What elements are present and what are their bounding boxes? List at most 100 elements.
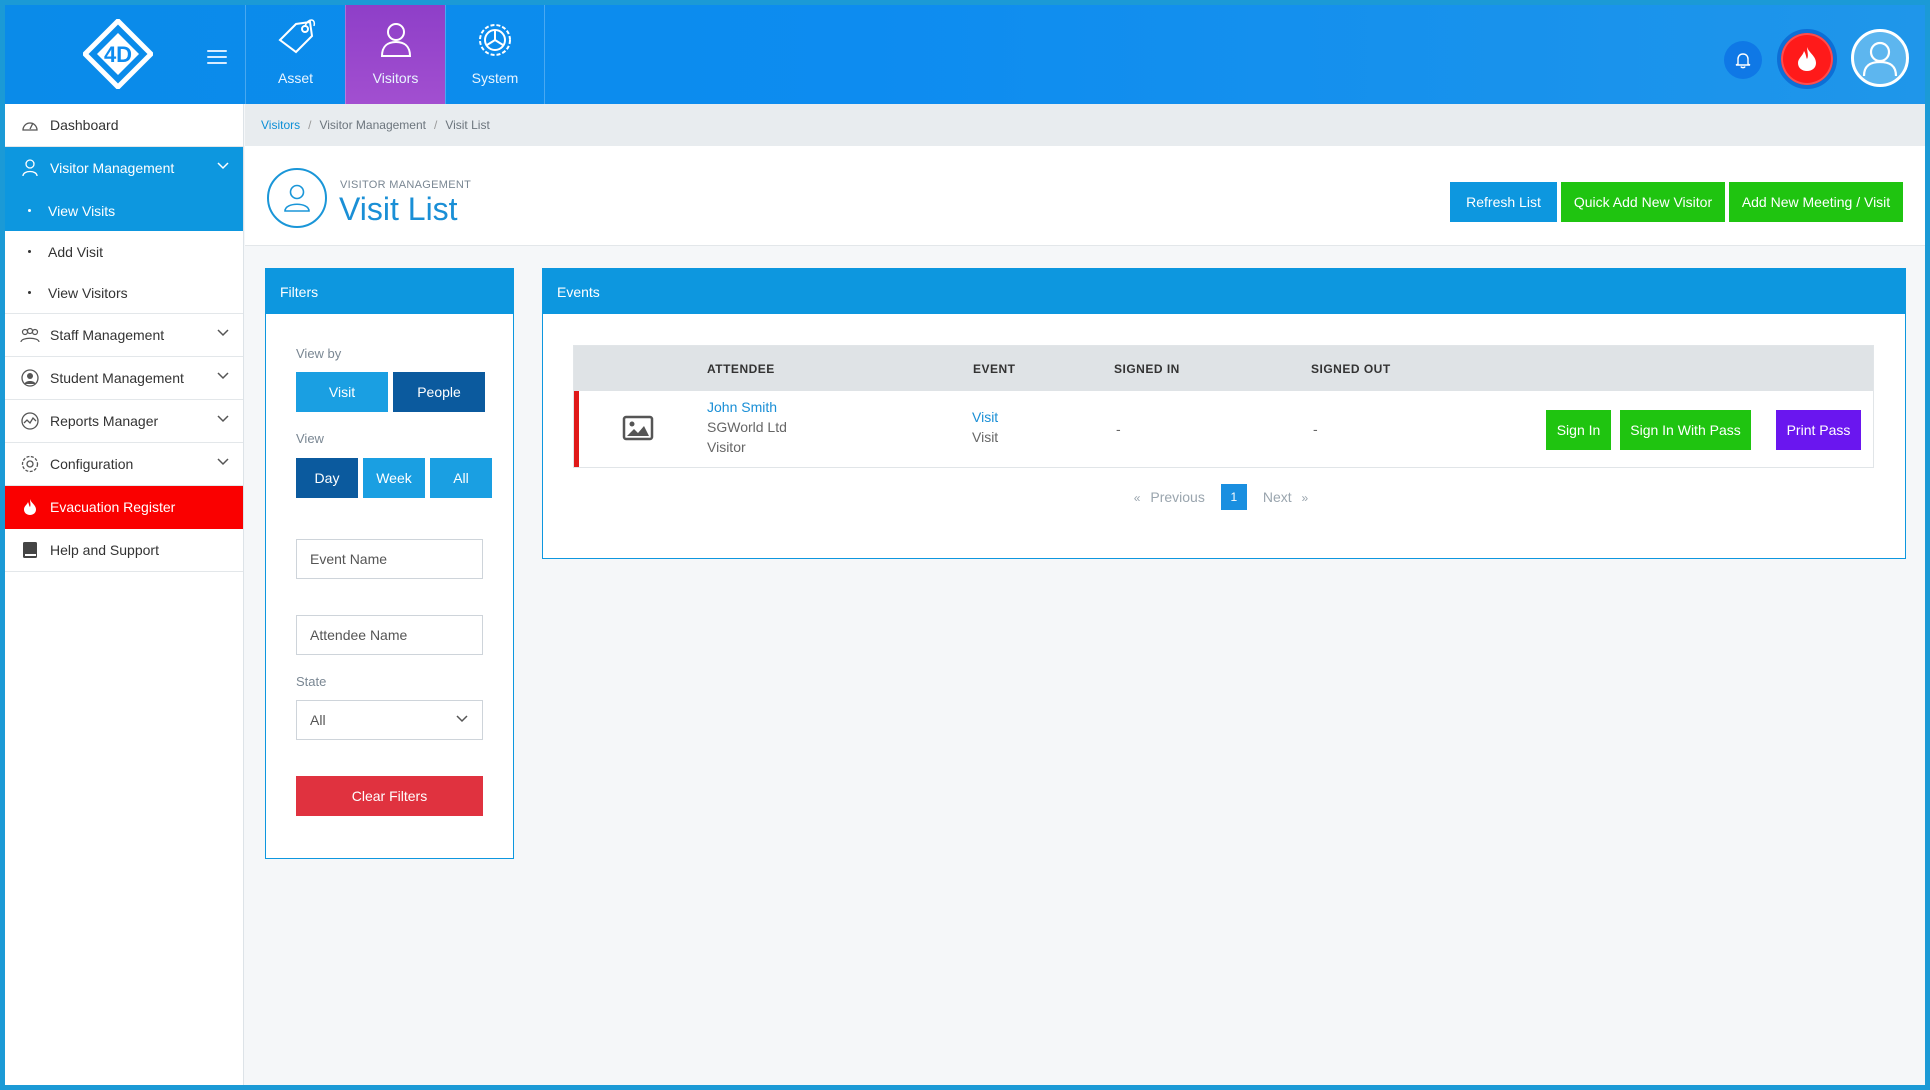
column-header-signed-out: SIGNED OUT (1311, 362, 1391, 376)
chevron-down-icon (217, 458, 229, 466)
pagination-page-1[interactable]: 1 (1220, 484, 1247, 510)
top-bar: 4D Asset Visitors System (5, 5, 1925, 104)
sidebar-subitem-label: View Visits (48, 202, 116, 219)
tab-asset[interactable]: Asset (245, 5, 345, 104)
quick-add-visitor-button[interactable]: Quick Add New Visitor (1561, 182, 1725, 222)
previous-label: Previous (1150, 489, 1205, 505)
chevron-down-icon (217, 162, 229, 170)
next-label: Next (1262, 489, 1292, 505)
event-name-input[interactable]: Event Name (296, 539, 483, 579)
view-week-button[interactable]: Week (363, 458, 425, 498)
gear-icon (479, 24, 511, 56)
breadcrumb-visitor-management[interactable]: Visitor Management (319, 118, 426, 132)
breadcrumb-separator: / (308, 118, 312, 132)
app-logo[interactable]: 4D (81, 17, 155, 91)
sidebar-item-configuration[interactable]: Configuration (5, 443, 243, 486)
events-panel: Events ATTENDEE EVENT SIGNED IN SIGNED O… (542, 268, 1906, 559)
view-all-button[interactable]: All (430, 458, 492, 498)
print-pass-button[interactable]: Print Pass (1776, 410, 1861, 450)
view-by-toggle: Visit People (296, 372, 490, 412)
user-icon (1862, 41, 1898, 77)
sidebar-item-label: Dashboard (50, 117, 119, 133)
sidebar: Dashboard Visitor Management View Visits… (5, 104, 244, 1085)
signed-in-value: - (1116, 421, 1121, 437)
breadcrumb: Visitors / Visitor Management / Visit Li… (245, 104, 1925, 146)
sidebar-item-label: Configuration (50, 456, 134, 472)
column-header-event: EVENT (973, 362, 1016, 376)
refresh-list-button[interactable]: Refresh List (1450, 182, 1557, 222)
tab-system[interactable]: System (445, 5, 545, 104)
sign-in-with-pass-button[interactable]: Sign In With Pass (1620, 410, 1751, 450)
tab-label: Visitors (372, 70, 419, 86)
attendee-type: Visitor (707, 439, 746, 455)
signed-out-value: - (1313, 421, 1318, 437)
dashboard-icon (20, 115, 40, 135)
view-range-toggle: Day Week All (296, 458, 497, 498)
view-by-people-button[interactable]: People (393, 372, 485, 412)
view-day-button[interactable]: Day (296, 458, 358, 498)
breadcrumb-visitors[interactable]: Visitors (261, 118, 300, 132)
sidebar-subitem-add-visit[interactable]: Add Visit (5, 231, 243, 272)
tab-label: Asset (277, 70, 313, 86)
sidebar-item-visitor-management[interactable]: Visitor Management (5, 147, 243, 190)
user-icon (20, 158, 40, 178)
sidebar-item-dashboard[interactable]: Dashboard (5, 104, 243, 147)
sidebar-item-reports-manager[interactable]: Reports Manager (5, 400, 243, 443)
clear-filters-button[interactable]: Clear Filters (296, 776, 483, 816)
tag-icon (277, 19, 315, 54)
table-row: John Smith SGWorld Ltd Visitor Visit Vis… (574, 391, 1873, 467)
sign-in-button[interactable]: Sign In (1546, 410, 1611, 450)
add-meeting-button[interactable]: Add New Meeting / Visit (1729, 182, 1903, 222)
sidebar-item-label: Staff Management (50, 327, 165, 343)
sidebar-item-help-and-support[interactable]: Help and Support (5, 529, 243, 572)
pagination: « Previous 1 Next » (543, 484, 1905, 510)
gear-icon (20, 454, 40, 474)
attendee-name-input[interactable]: Attendee Name (296, 615, 483, 655)
group-icon (20, 325, 40, 345)
sidebar-subitem-label: Add Visit (48, 243, 103, 260)
pagination-next[interactable]: Next » (1263, 489, 1314, 505)
page-subtitle: VISITOR MANAGEMENT (340, 179, 472, 191)
notifications-button[interactable] (1724, 41, 1762, 79)
tab-label: System (471, 70, 519, 86)
page-title: Visit List (339, 191, 458, 227)
sidebar-item-label: Evacuation Register (50, 499, 176, 515)
breadcrumb-current: Visit List (445, 118, 490, 132)
flame-icon (1798, 47, 1816, 71)
student-icon (20, 368, 40, 388)
sidebar-subitem-view-visitors[interactable]: View Visitors (5, 272, 243, 313)
user-icon (380, 23, 411, 57)
sidebar-item-staff-management[interactable]: Staff Management (5, 314, 243, 357)
bell-icon (1735, 53, 1751, 69)
chart-icon (20, 411, 40, 431)
state-select-value: All (310, 712, 326, 728)
evacuation-button[interactable] (1777, 29, 1837, 89)
state-select[interactable]: All (296, 700, 483, 740)
next-arrow: » (1301, 491, 1309, 505)
flame-icon (20, 497, 40, 517)
events-title: Events (543, 269, 1905, 314)
chevron-down-icon (456, 715, 468, 723)
attendee-cell: John Smith SGWorld Ltd Visitor (707, 397, 787, 457)
top-nav: Asset Visitors System (245, 5, 545, 104)
view-by-visit-button[interactable]: Visit (296, 372, 388, 412)
menu-toggle-icon[interactable] (207, 50, 227, 64)
breadcrumb-separator: / (433, 118, 438, 132)
event-link[interactable]: Visit (972, 407, 998, 427)
events-table: ATTENDEE EVENT SIGNED IN SIGNED OUT John… (573, 345, 1874, 468)
tab-visitors[interactable]: Visitors (345, 5, 445, 104)
column-header-signed-in: SIGNED IN (1114, 362, 1180, 376)
previous-arrow: « (1133, 491, 1141, 505)
sidebar-item-student-management[interactable]: Student Management (5, 357, 243, 400)
sidebar-item-label: Student Management (50, 370, 184, 386)
pagination-previous[interactable]: « Previous (1134, 489, 1205, 505)
attendee-name-link[interactable]: John Smith (707, 397, 787, 417)
view-label: View (296, 431, 324, 446)
sidebar-subitem-view-visits[interactable]: View Visits (5, 190, 243, 231)
user-avatar[interactable] (1851, 29, 1909, 87)
chevron-down-icon (217, 415, 229, 423)
chevron-down-icon (217, 372, 229, 380)
header-actions: Refresh List Quick Add New Visitor Add N… (1450, 182, 1925, 222)
app-window: 4D Asset Visitors System Dashboard Visit… (5, 5, 1925, 1085)
sidebar-item-evacuation-register[interactable]: Evacuation Register (5, 486, 243, 529)
